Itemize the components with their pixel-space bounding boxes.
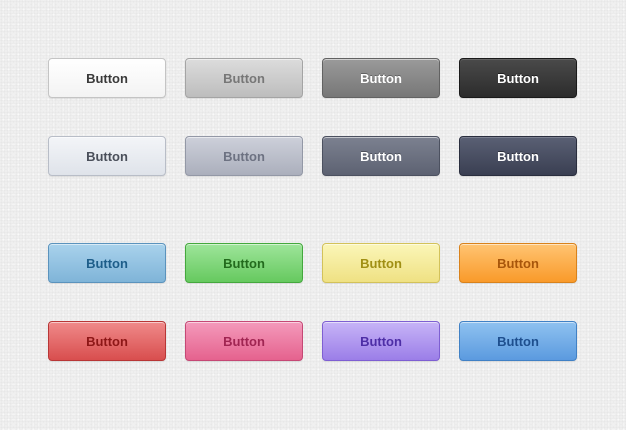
yellow-button[interactable]: Button	[322, 243, 440, 283]
dark-gray-button[interactable]: Button	[322, 58, 440, 98]
button-palette-canvas: { "buttons": [ {"label": "Button", "styl…	[0, 0, 626, 430]
red-button[interactable]: Button	[48, 321, 166, 361]
navy-button[interactable]: Button	[459, 136, 577, 176]
pink-button[interactable]: Button	[185, 321, 303, 361]
black-button[interactable]: Button	[459, 58, 577, 98]
sky-blue-button[interactable]: Button	[459, 321, 577, 361]
green-button[interactable]: Button	[185, 243, 303, 283]
pale-blue-gray-button[interactable]: Button	[48, 136, 166, 176]
blue-button[interactable]: Button	[48, 243, 166, 283]
slate-button[interactable]: Button	[185, 136, 303, 176]
orange-button[interactable]: Button	[459, 243, 577, 283]
white-button[interactable]: Button	[48, 58, 166, 98]
purple-button[interactable]: Button	[322, 321, 440, 361]
light-gray-button[interactable]: Button	[185, 58, 303, 98]
dark-slate-button[interactable]: Button	[322, 136, 440, 176]
